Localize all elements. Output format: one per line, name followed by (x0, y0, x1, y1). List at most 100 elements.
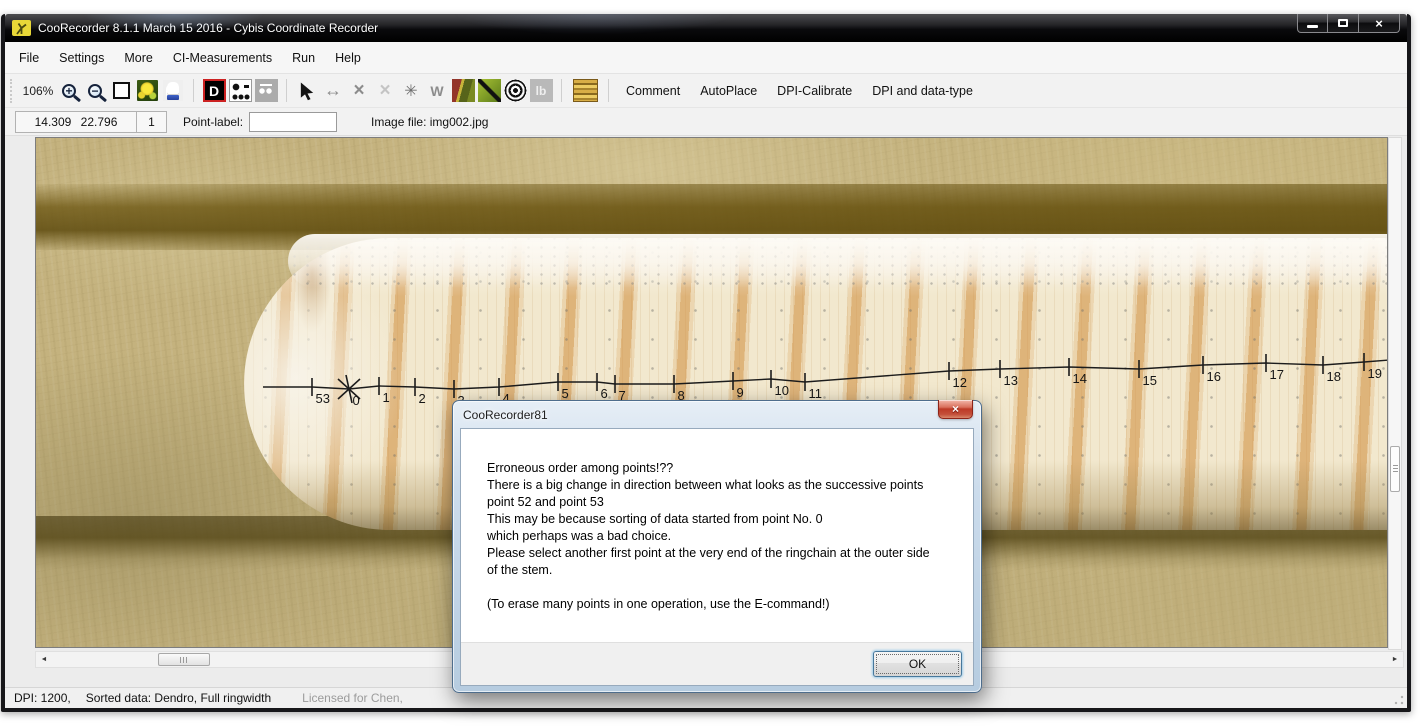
svg-text:0: 0 (353, 393, 360, 408)
menu-ci-measurements[interactable]: CI-Measurements (163, 43, 282, 73)
rectangle-icon (113, 82, 130, 99)
dialog-message-line: point 52 and point 53 (487, 494, 957, 511)
dendro-mode-button[interactable]: D (202, 79, 226, 103)
svg-text:18: 18 (1327, 369, 1341, 384)
svg-text:6: 6 (601, 386, 608, 401)
menu-settings[interactable]: Settings (49, 43, 114, 73)
dialog-message-line: which perhaps was a bad choice. (487, 528, 957, 545)
resize-grip[interactable] (1394, 695, 1404, 705)
minimize-button[interactable] (1297, 14, 1328, 33)
dpi-calibrate-button[interactable]: DPI-Calibrate (768, 84, 861, 98)
move-horizontal-button[interactable]: ↔ (321, 79, 345, 103)
pan-button[interactable] (161, 79, 185, 103)
toolbar-grip (10, 79, 15, 103)
toolbar: 106% + − D ↔ × × ✳ W lb Comment AutoPlac… (5, 74, 1407, 108)
close-button[interactable]: × (1359, 14, 1400, 33)
ok-button[interactable]: OK (873, 651, 962, 677)
dialog-message-line: (To erase many points in one operation, … (487, 596, 957, 613)
vertical-scrollbar-thumb[interactable] (1390, 446, 1400, 492)
toolbar-separator (561, 79, 562, 102)
flower-image-button[interactable] (135, 79, 159, 103)
dialog-message-line: This may be because sorting of data star… (487, 511, 957, 528)
scroll-right-arrow[interactable]: ► (1387, 652, 1403, 667)
dialog-titlebar[interactable]: CooRecorder81 × (460, 401, 974, 428)
comment-button[interactable]: Comment (617, 84, 689, 98)
fit-image-button[interactable] (109, 79, 133, 103)
wood-grain-icon (573, 79, 598, 102)
bark-photo-icon (452, 79, 475, 102)
menu-more[interactable]: More (114, 43, 162, 73)
svg-text:5: 5 (562, 386, 569, 401)
bullseye-icon (504, 79, 527, 102)
lb-button[interactable]: lb (529, 79, 553, 103)
point-number: 1 (137, 111, 167, 133)
dialog-message-line: of the stem. (487, 562, 957, 579)
zoom-in-icon: + (62, 84, 76, 98)
points-gray-button[interactable] (254, 79, 278, 103)
svg-text:2: 2 (419, 391, 426, 406)
svg-text:9: 9 (737, 385, 744, 400)
asterisk-icon: ✳ (404, 81, 417, 101)
w-tool-button[interactable]: W (425, 79, 449, 103)
svg-text:15: 15 (1143, 373, 1157, 388)
autoplace-button[interactable]: AutoPlace (691, 84, 766, 98)
dialog-message: Erroneous order among points!?? There is… (461, 429, 973, 642)
svg-text:11: 11 (809, 386, 823, 401)
svg-text:10: 10 (775, 383, 789, 398)
menu-run[interactable]: Run (282, 43, 325, 73)
delete-many-button[interactable]: × (373, 79, 397, 103)
svg-text:14: 14 (1073, 371, 1087, 386)
window-controls: × (1297, 14, 1400, 33)
points-mode-button[interactable] (228, 79, 252, 103)
dialog-close-icon: × (952, 402, 959, 417)
image-file-label: Image file: img002.jpg (371, 115, 488, 129)
zoom-out-button[interactable]: − (83, 79, 107, 103)
window-title: CooRecorder 8.1.1 March 15 2016 - Cybis … (38, 21, 378, 35)
delete-point-button[interactable]: × (347, 79, 371, 103)
point-label-input[interactable] (249, 112, 337, 132)
pointer-tool-button[interactable] (295, 79, 319, 103)
vertical-scrollbar[interactable] (1388, 137, 1402, 650)
lb-icon: lb (530, 79, 553, 102)
dpi-datatype-button[interactable]: DPI and data-type (863, 84, 982, 98)
minimize-icon (1307, 25, 1318, 28)
bark-photo-button[interactable] (451, 79, 475, 103)
svg-text:16: 16 (1207, 369, 1221, 384)
status-license: Licensed for Chen, (302, 691, 403, 705)
dialog-title: CooRecorder81 (460, 408, 548, 422)
coordinates-bar: 14.309 22.796 1 Point-label: Image file:… (5, 108, 1407, 136)
w-letter-icon: W (430, 83, 443, 99)
svg-text:12: 12 (953, 375, 967, 390)
zoom-level-label: 106% (21, 84, 55, 98)
line-tool-button[interactable] (477, 79, 501, 103)
close-icon: × (1375, 15, 1383, 32)
point-label-caption: Point-label: (183, 115, 243, 129)
menu-help[interactable]: Help (325, 43, 371, 73)
status-dpi: DPI: 1200, (14, 691, 71, 705)
app-logo-icon (12, 20, 31, 36)
scroll-left-arrow[interactable]: ◄ (36, 652, 52, 667)
points-gray-icon (255, 79, 278, 102)
dialog-message-line (487, 579, 957, 596)
menu-file[interactable]: File (9, 43, 49, 73)
menubar: File Settings More CI-Measurements Run H… (5, 42, 1407, 74)
horizontal-arrows-icon: ↔ (324, 80, 342, 101)
maximize-button[interactable] (1328, 14, 1359, 33)
titlebar[interactable]: CooRecorder 8.1.1 March 15 2016 - Cybis … (5, 14, 1407, 42)
toolbar-separator (608, 79, 609, 102)
d-mode-icon: D (203, 79, 226, 102)
star-point-button[interactable]: ✳ (399, 79, 423, 103)
zoom-in-button[interactable]: + (57, 79, 81, 103)
x-delete-icon: × (353, 80, 364, 102)
dialog-close-button[interactable]: × (938, 400, 973, 419)
target-button[interactable] (503, 79, 527, 103)
cursor-arrow-icon (298, 81, 317, 101)
wood-sample-button[interactable] (570, 79, 600, 103)
zoom-out-icon: − (88, 84, 102, 98)
horizontal-scrollbar-thumb[interactable] (158, 653, 210, 666)
dialog-message-line: There is a big change in direction betwe… (487, 477, 957, 494)
points-icon (229, 79, 252, 102)
status-sorted-data: Sorted data: Dendro, Full ringwidth (86, 691, 271, 705)
dialog-body: Erroneous order among points!?? There is… (460, 428, 974, 686)
dialog-footer: OK (461, 642, 973, 685)
